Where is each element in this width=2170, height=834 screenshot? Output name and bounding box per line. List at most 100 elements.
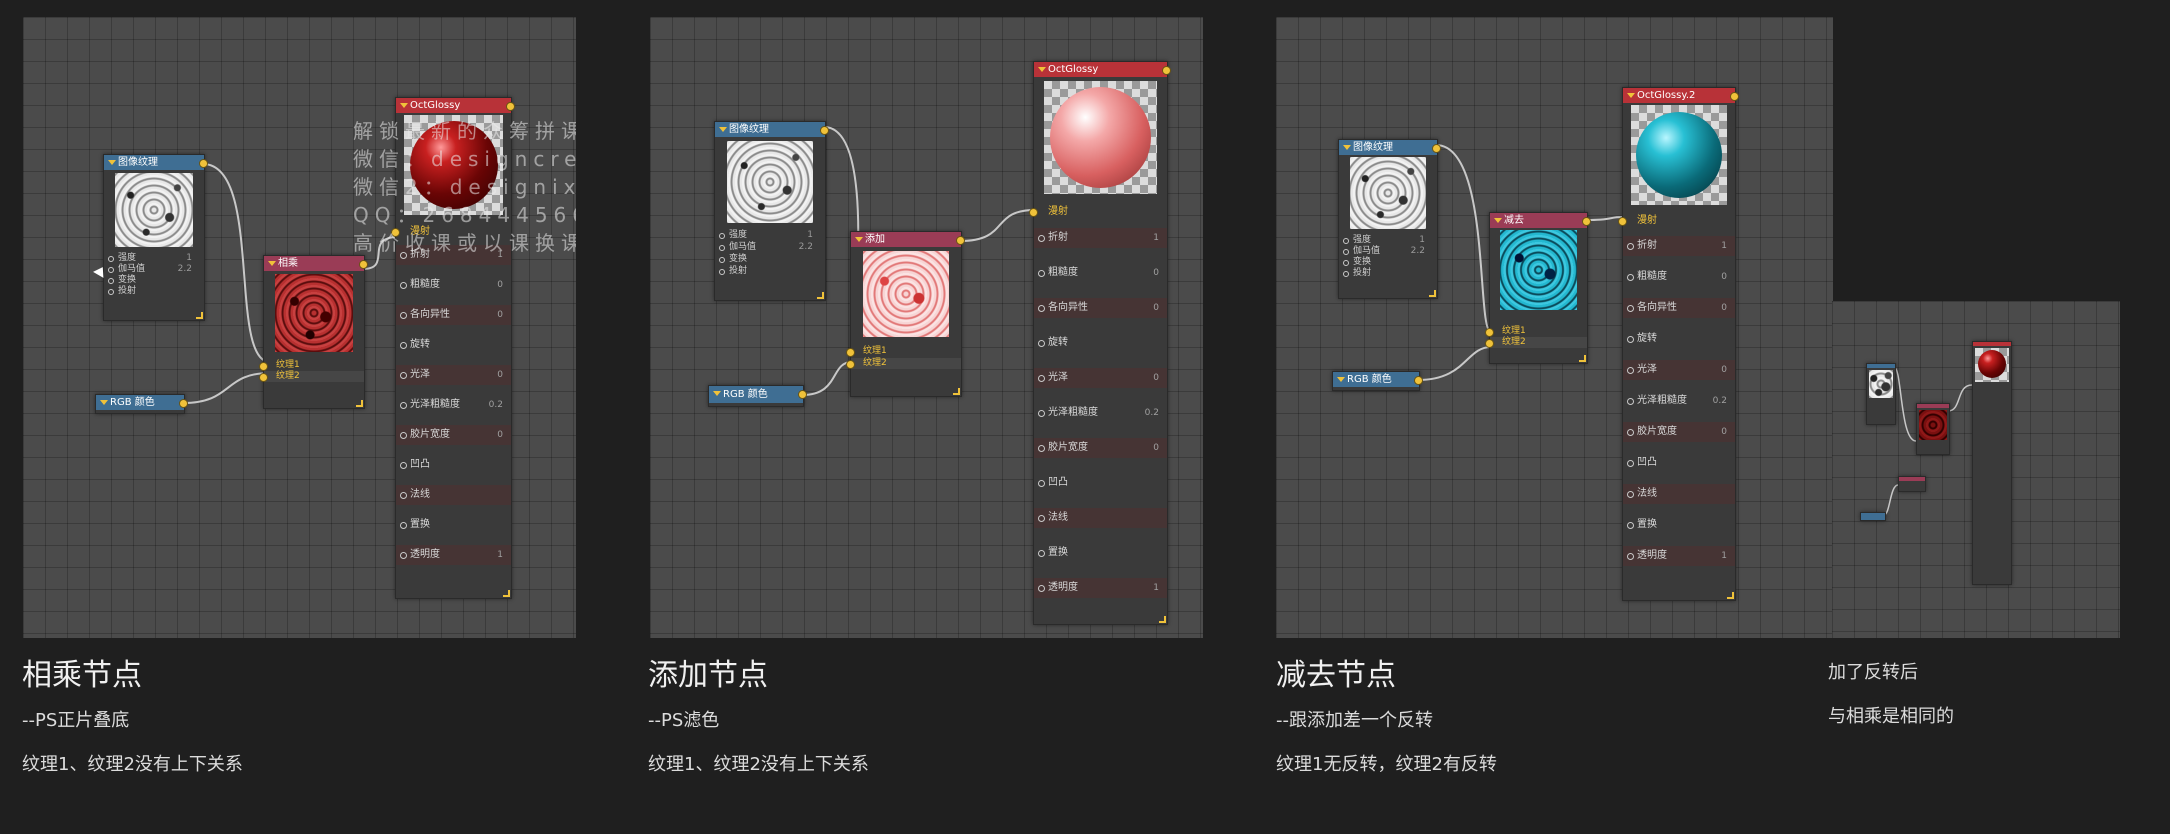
input-texture1[interactable]: 纹理1 [1485,326,1587,337]
material-param[interactable]: 旋转 [1034,333,1167,353]
material-param[interactable]: 法线 [396,485,511,505]
param-row[interactable]: 强度 1 [1339,235,1437,246]
octglossy-material-node[interactable]: OctGlossy.2 漫射 折射 1 粗糙度 0 各向异性 0 旋转 光泽 0 光泽粗… [1618,87,1739,601]
material-param[interactable]: 胶片宽度 0 [396,425,511,445]
material-param[interactable]: 粗糙度 0 [1623,267,1735,287]
input-texture2[interactable]: 纹理2 [259,371,364,382]
material-param[interactable]: 凹凸 [1623,453,1735,473]
param-row[interactable]: 伽马值 2.2 [1339,246,1437,257]
output-pin[interactable] [1730,92,1739,101]
resize-handle[interactable] [356,400,363,407]
node-header[interactable]: 添加 [851,232,961,247]
node-header[interactable]: OctGlossy [1034,62,1167,77]
param-row[interactable]: 投射 [104,286,204,297]
output-pin[interactable] [1414,376,1423,385]
resize-handle[interactable] [953,388,960,395]
material-param[interactable]: 光泽粗糙度 0.2 [1623,391,1735,411]
rgb-color-node[interactable]: RGB 颜色 [708,385,807,407]
param-row[interactable]: 投射 [1339,268,1437,279]
material-param[interactable]: 法线 [1623,484,1735,504]
resize-handle[interactable] [1579,355,1586,362]
param-row[interactable]: 变换 [104,275,204,286]
material-param[interactable]: 折射 1 [1623,236,1735,256]
param-row[interactable]: 变换 [1339,257,1437,268]
material-param[interactable]: 折射 1 [1034,228,1167,248]
material-param[interactable]: 胶片宽度 0 [1623,422,1735,442]
mini-image-texture-node[interactable] [1866,363,1896,425]
material-param[interactable]: 光泽粗糙度 0.2 [1034,403,1167,423]
mini-multiply-node[interactable] [1916,403,1950,455]
material-param[interactable]: 置换 [396,515,511,535]
input-texture2[interactable]: 纹理2 [846,358,961,369]
param-row[interactable]: 投射 [715,266,825,277]
input-texture2[interactable]: 纹理2 [1485,337,1587,348]
material-param[interactable]: 旋转 [396,335,511,355]
image-texture-node[interactable]: 图像纹理 强度 1 伽马值 2.2 变换 投射 [1338,139,1441,299]
material-param[interactable]: 法线 [1034,508,1167,528]
subtract-node[interactable]: 减去 纹理1 纹理2 [1485,212,1591,364]
resize-handle[interactable] [196,312,203,319]
material-param[interactable]: 旋转 [1623,329,1735,349]
material-param[interactable]: 光泽 0 [396,365,511,385]
param-row[interactable]: 强度 1 [715,230,825,241]
node-header[interactable]: OctGlossy.2 [1623,88,1735,103]
mini-rgb-color-node[interactable] [1860,512,1886,521]
resize-handle[interactable] [1429,290,1436,297]
material-param[interactable]: 各向异性 0 [1623,298,1735,318]
resize-handle[interactable] [817,292,824,299]
material-param[interactable]: 透明度 1 [1034,578,1167,598]
mini-octglossy-node[interactable] [1972,341,2012,585]
material-param[interactable]: 各向异性 0 [396,305,511,325]
node-editor-canvas-overview[interactable] [1832,301,2120,638]
output-pin[interactable] [798,390,807,399]
input-texture1[interactable]: 纹理1 [846,346,961,357]
material-param[interactable]: 置换 [1034,543,1167,563]
param-row[interactable]: 伽马值 2.2 [715,242,825,253]
rgb-color-node[interactable]: RGB 颜色 [1332,371,1423,391]
node-header[interactable]: RGB 颜色 [709,386,803,403]
param-row[interactable]: 强度 1 [104,253,204,264]
material-param[interactable]: 透明度 1 [396,545,511,565]
param-row[interactable]: 伽马值 2.2 [104,264,204,275]
image-texture-node[interactable]: 图像纹理 强度 1 伽马值 2.2 变换 投射 [714,121,829,301]
node-editor-canvas-multiply[interactable]: 图像纹理 强度 1 伽马值 2.2 变换 投射 RGB 颜色 相乘 纹理1 纹理2 … [23,17,576,638]
material-param[interactable]: 粗糙度 0 [396,275,511,295]
output-pin[interactable] [1162,66,1171,75]
material-param[interactable]: 光泽 0 [1034,368,1167,388]
material-param[interactable]: 光泽 0 [1623,360,1735,380]
node-header[interactable]: RGB 颜色 [96,395,184,410]
input-texture1[interactable]: 纹理1 [259,360,364,371]
resize-handle[interactable] [1159,616,1166,623]
node-header[interactable]: 减去 [1490,213,1587,228]
input-diffuse[interactable]: 漫射 [1029,202,1167,222]
octglossy-material-node[interactable]: OctGlossy 漫射 折射 1 粗糙度 0 各向异性 0 旋转 光泽 0 光泽粗糙度… [1029,61,1171,625]
material-param[interactable]: 光泽粗糙度 0.2 [396,395,511,415]
node-header[interactable]: 图像纹理 [1339,140,1437,155]
param-row[interactable]: 变换 [715,254,825,265]
material-param[interactable]: 凹凸 [1034,473,1167,493]
output-pin[interactable] [179,399,188,408]
resize-handle[interactable] [503,590,510,597]
output-pin[interactable] [820,126,829,135]
node-header[interactable]: RGB 颜色 [1333,372,1419,387]
node-editor-canvas-add[interactable]: 图像纹理 强度 1 伽马值 2.2 变换 投射 RGB 颜色 添加 纹理1 纹理2 … [650,17,1203,638]
material-param[interactable]: 透明度 1 [1623,546,1735,566]
output-pin[interactable] [956,236,965,245]
output-pin[interactable] [199,159,208,168]
material-param[interactable]: 粗糙度 0 [1034,263,1167,283]
material-param[interactable]: 各向异性 0 [1034,298,1167,318]
output-pin[interactable] [359,260,368,269]
node-header[interactable]: 图像纹理 [715,122,825,137]
node-editor-canvas-subtract[interactable]: 图像纹理 强度 1 伽马值 2.2 变换 投射 RGB 颜色 减去 纹理1 纹理2 … [1276,17,1833,638]
node-header[interactable]: 相乘 [264,256,364,271]
mini-invert-node[interactable] [1898,476,1926,492]
output-pin[interactable] [506,102,515,111]
material-param[interactable]: 胶片宽度 0 [1034,438,1167,458]
material-param[interactable]: 凹凸 [396,455,511,475]
node-header[interactable]: OctGlossy [396,98,511,113]
multiply-node[interactable]: 相乘 纹理1 纹理2 [259,255,368,409]
input-diffuse[interactable]: 漫射 [1618,211,1735,231]
add-node[interactable]: 添加 纹理1 纹理2 [846,231,965,397]
rgb-color-node[interactable]: RGB 颜色 [95,394,188,414]
output-pin[interactable] [1432,144,1441,153]
